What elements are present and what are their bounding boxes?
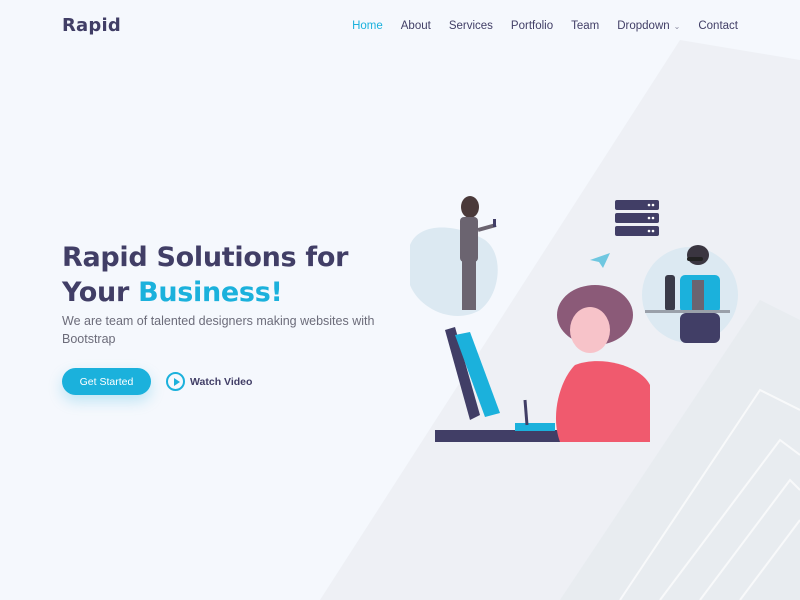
play-circle-icon <box>166 372 185 391</box>
nav-services[interactable]: Services <box>449 20 493 32</box>
nav-home[interactable]: Home <box>352 20 383 32</box>
hero-title: Rapid Solutions for Your Business! <box>62 240 392 310</box>
main-nav: Home About Services Portfolio Team Dropd… <box>334 20 738 32</box>
watch-video-button[interactable]: Watch Video <box>166 372 252 391</box>
hero-text: Rapid Solutions for Your Business! We ar… <box>62 240 392 348</box>
logo[interactable]: Rapid <box>62 15 121 36</box>
chevron-down-icon: ⌄ <box>673 21 681 31</box>
get-started-button[interactable]: Get Started <box>62 368 151 395</box>
nav-portfolio[interactable]: Portfolio <box>511 20 553 32</box>
hero-subtitle: We are team of talented designers making… <box>62 314 375 346</box>
hero-illustration <box>410 196 738 442</box>
blob-left <box>410 227 498 316</box>
nav-dropdown[interactable]: Dropdown ⌄ <box>617 20 680 32</box>
hero-title-accent: Business! <box>138 277 283 308</box>
nav-about[interactable]: About <box>401 20 431 32</box>
site-header: Rapid Home About Services Portfolio Team… <box>0 0 800 56</box>
nav-team[interactable]: Team <box>571 20 599 32</box>
nav-contact[interactable]: Contact <box>698 20 738 32</box>
hero-title-line1: Rapid Solutions for <box>62 242 349 273</box>
watch-video-label: Watch Video <box>190 375 253 388</box>
hero-title-line2: Your <box>62 277 139 308</box>
paper-plane-icon <box>590 253 610 268</box>
hero-actions: Get Started Watch Video <box>62 368 252 395</box>
nav-dropdown-label: Dropdown <box>617 20 670 32</box>
server-stack-icon <box>615 200 659 236</box>
